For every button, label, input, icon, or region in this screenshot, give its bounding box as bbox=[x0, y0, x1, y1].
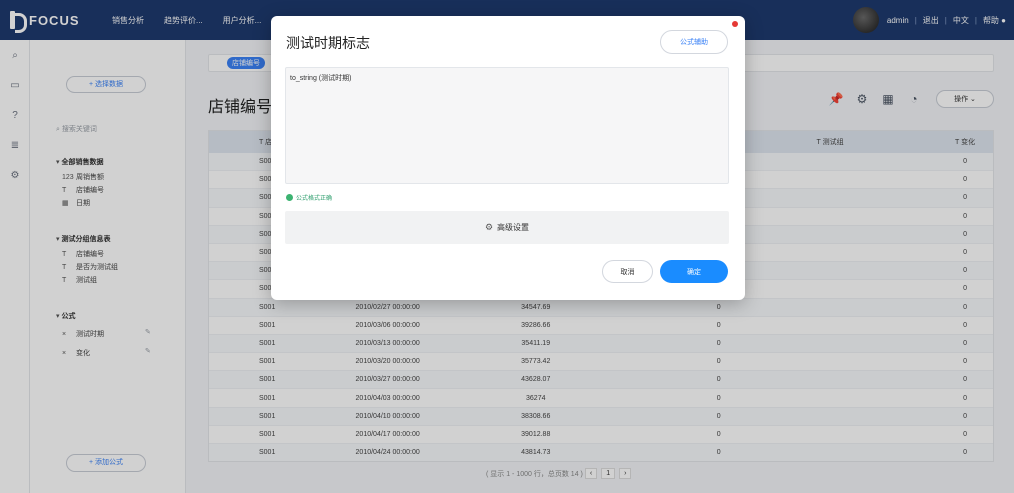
formula-editor[interactable]: to_string (测试时期) bbox=[285, 67, 729, 184]
advanced-settings-button[interactable]: ⚙ 高级设置 bbox=[285, 211, 729, 244]
formula-dialog: 测试时期标志 公式辅助 to_string (测试时期) 公式格式正确 ⚙ 高级… bbox=[271, 16, 745, 300]
advanced-label: 高级设置 bbox=[497, 223, 530, 232]
gear-icon: ⚙ bbox=[484, 222, 494, 232]
validation-status: 公式格式正确 bbox=[286, 193, 332, 202]
close-icon[interactable] bbox=[732, 21, 738, 27]
dialog-title: 测试时期标志 bbox=[286, 35, 370, 51]
formula-helper-button[interactable]: 公式辅助 bbox=[660, 30, 728, 54]
validation-text: 公式格式正确 bbox=[296, 196, 333, 202]
cancel-button[interactable]: 取消 bbox=[602, 260, 653, 283]
check-icon bbox=[286, 194, 293, 201]
confirm-button[interactable]: 确定 bbox=[660, 260, 728, 283]
